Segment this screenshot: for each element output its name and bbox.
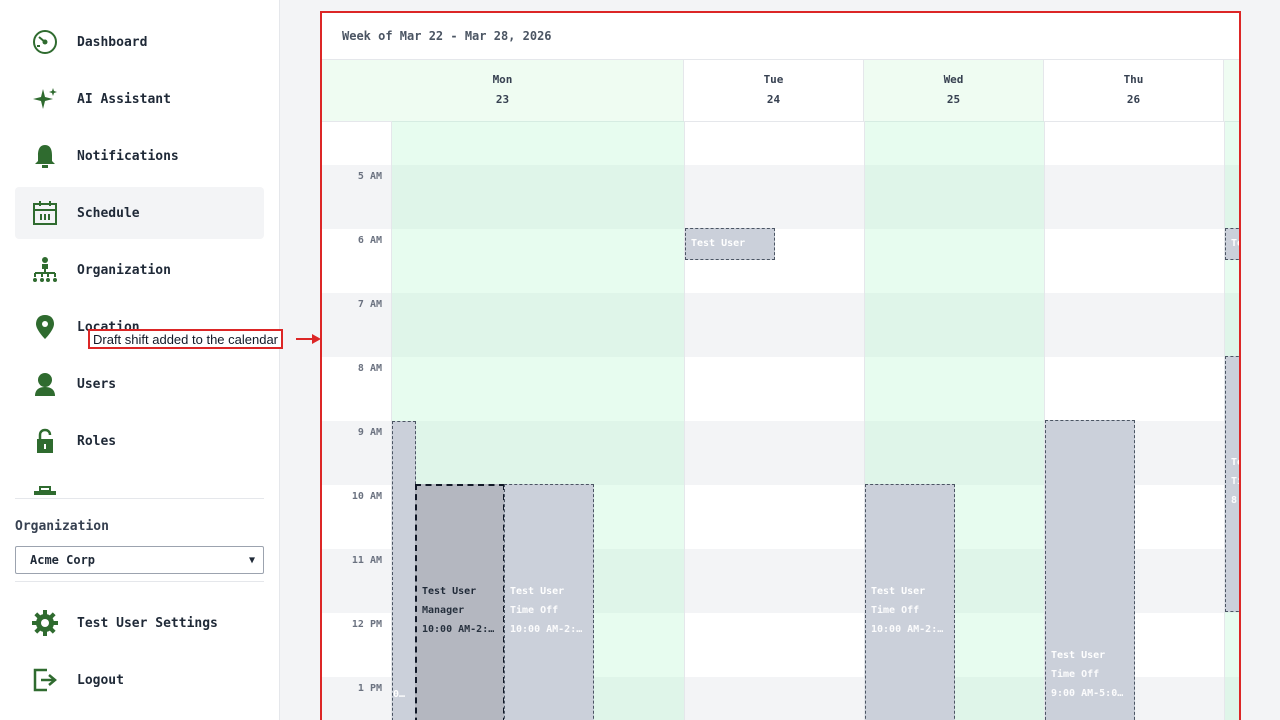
sidebar-item-notifications[interactable]: Notifications [15,130,264,182]
bell-icon [30,141,60,171]
shift-user: Te [1231,238,1239,249]
shift-user: Test User [1051,650,1106,661]
sidebar-item-users[interactable]: Users [15,358,264,410]
sidebar-item-label: Notifications [77,148,179,164]
lock-icon [30,426,60,456]
sidebar-item-label: Schedule [77,205,140,221]
hour-label: 6 AM [357,235,382,246]
sidebar-divider [15,581,264,582]
shift-block[interactable]: Test User Time Off 9:00 AM-5:0… [1045,420,1135,720]
day-date: 26 [1126,93,1141,106]
shift-role: Time Off [510,605,559,616]
user-settings-label: Test User Settings [77,615,218,631]
annotation-callout: Draft shift added to the calendar [88,329,284,349]
sparkle-icon [30,84,60,114]
shift-block-partial[interactable]: Te Ti 8 [1225,356,1239,612]
shift-time: 9:00 AM-5:0… [1051,688,1124,699]
shift-time: 10:00 AM-2:… [422,624,495,635]
shift-block[interactable]: Test User Time Off 10:00 AM-2:… [865,484,955,720]
day-header-thu[interactable]: Thu 26 [1044,60,1224,121]
sidebar-item-label: Roles [77,433,117,449]
logout-icon [30,665,60,695]
day-name: Mon [492,73,513,86]
sidebar-item-ai-assistant[interactable]: AI Assistant [15,73,264,125]
day-name: Thu [1123,73,1144,86]
briefcase-icon [30,483,60,495]
shift-block[interactable]: Test User [685,228,775,260]
sidebar-item-dashboard[interactable]: Dashboard [15,16,264,68]
shift-role: Ti [1231,476,1239,487]
sidebar-item-roles[interactable]: Roles [15,415,264,467]
hour-label: 5 AM [357,171,382,182]
hour-gutter [322,121,392,720]
calendar-week-title: Week of Mar 22 - Mar 28, 2026 [342,29,552,43]
shift-user: Test User [691,238,746,249]
sidebar-item-organization[interactable]: Organization [15,244,264,296]
hour-label: 12 PM [351,619,382,630]
organization-select[interactable]: Acme Corp ▼ [15,546,264,574]
shift-time: 0… [393,689,406,700]
calendar-icon [30,198,60,228]
day-date: 24 [766,93,781,106]
sidebar-divider [15,498,264,499]
hour-label: 1 PM [357,683,382,694]
shift-role: Manager [422,605,465,616]
hour-label: 11 AM [351,555,382,566]
sidebar-item-label: AI Assistant [77,91,171,107]
hour-label: 7 AM [357,299,382,310]
shift-block[interactable]: 0… [392,421,416,720]
hour-label: 8 AM [357,363,382,374]
shift-user: Te [1231,457,1239,468]
user-icon [30,369,60,399]
sidebar-item-more[interactable] [15,472,264,495]
day-header-fri-partial[interactable] [1224,60,1239,121]
sidebar-item-label: Users [77,376,117,392]
shift-user: Test User [422,586,477,597]
day-date: 25 [946,93,961,106]
day-header-tue[interactable]: Tue 24 [684,60,864,121]
week-calendar: Week of Mar 22 - Mar 28, 2026 Mon 23 Tue… [320,11,1241,720]
sidebar-item-label: Organization [77,262,171,278]
gear-icon [30,608,60,638]
sidebar-item-label: Dashboard [77,34,148,50]
shift-user: Test User [871,586,926,597]
hour-label: 9 AM [357,427,382,438]
org-chart-icon [30,255,60,285]
organization-label: Organization [15,519,109,534]
day-header-wed[interactable]: Wed 25 [864,60,1044,121]
hour-label: 10 AM [351,491,382,502]
shift-time: 10:00 AM-2:… [871,624,944,635]
logout-label: Logout [77,672,124,688]
day-date: 23 [495,93,510,106]
shift-role: Time Off [871,605,920,616]
shift-time: 10:00 AM-2:… [510,624,583,635]
day-name: Tue [763,73,784,86]
organization-select-value: Acme Corp [30,553,96,567]
annotation-arrow-head [312,334,321,344]
sidebar-item-schedule[interactable]: Schedule [15,187,264,239]
logout-button[interactable]: Logout [15,655,264,705]
sidebar-nav: Dashboard AI Assistant Notifications Sch… [15,0,264,495]
day-name: Wed [943,73,964,86]
dashboard-icon [30,27,60,57]
draft-shift-block[interactable]: Test User Manager 10:00 AM-2:… [415,484,505,720]
chevron-down-icon: ▼ [248,554,255,566]
shift-block-partial[interactable]: Te [1225,228,1239,260]
shift-user: Test User [510,586,565,597]
sidebar: Dashboard AI Assistant Notifications Sch… [0,0,280,720]
user-settings-button[interactable]: Test User Settings [15,598,264,648]
annotation-text: Draft shift added to the calendar [90,331,282,347]
shift-role: Time Off [1051,669,1100,680]
location-pin-icon [30,312,60,342]
shift-block[interactable]: Test User Time Off 10:00 AM-2:… [504,484,594,720]
day-header-mon[interactable]: Mon 23 [322,60,684,121]
column-divider [684,121,685,720]
shift-time: 8 [1231,495,1238,506]
